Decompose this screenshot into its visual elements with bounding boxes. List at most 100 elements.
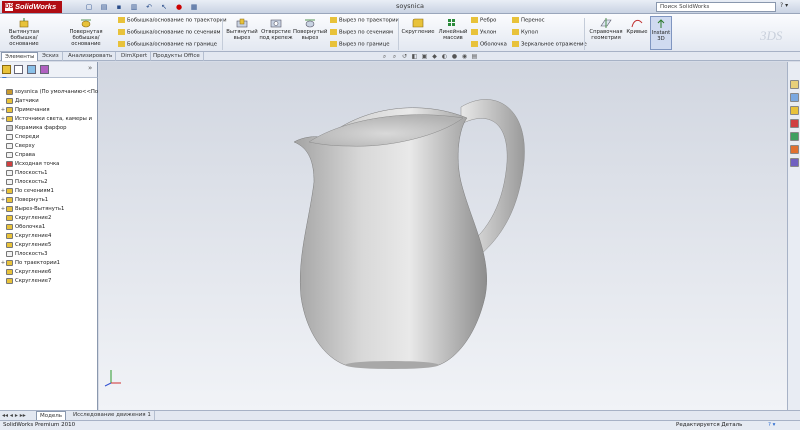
- print-icon[interactable]: ▥: [127, 2, 141, 12]
- resources-icon[interactable]: [790, 80, 799, 89]
- feature-tree-item[interactable]: Сверху: [0, 142, 98, 151]
- feature-tree: soysnica (По умолчанию<<По Датчики + Примеч…: [0, 78, 98, 410]
- tab-model[interactable]: Модель: [36, 411, 67, 420]
- tab-office-products[interactable]: Продукты Office: [150, 52, 204, 61]
- tab-evaluate[interactable]: Анализировать: [65, 52, 117, 61]
- feature-tree-item[interactable]: Керамика фарфор: [0, 124, 98, 133]
- revolve-cut-icon: [305, 19, 315, 28]
- zoom-area-icon[interactable]: ⌕: [390, 53, 399, 61]
- feature-tree-item[interactable]: Спереди: [0, 133, 98, 142]
- undo-icon[interactable]: ↶: [142, 2, 156, 12]
- solidworks-logo[interactable]: DS SolidWorks: [2, 1, 62, 13]
- appearances-icon[interactable]: [790, 145, 799, 154]
- feature-label: Скругление7: [15, 278, 52, 284]
- feature-tree-item[interactable]: + Источники света, камеры и: [0, 115, 98, 124]
- dimxpert-manager-tab-icon[interactable]: [40, 65, 49, 74]
- rebuild-icon[interactable]: ●: [172, 2, 186, 12]
- previous-view-icon[interactable]: ↺: [400, 53, 409, 61]
- wrap-button[interactable]: Перенос: [512, 17, 544, 24]
- custom-properties-icon[interactable]: [790, 158, 799, 167]
- feature-manager-tab-icon[interactable]: [2, 65, 11, 74]
- scene-icon[interactable]: ◉: [460, 53, 469, 61]
- sweep-cut-button[interactable]: Вырез по траектории: [330, 17, 399, 24]
- curves-button[interactable]: Кривые: [626, 18, 648, 35]
- shell-button[interactable]: Оболочка: [471, 41, 507, 48]
- property-manager-tab-icon[interactable]: [14, 65, 23, 74]
- feature-tree-item[interactable]: Скругление5: [0, 241, 98, 250]
- loft-cut-button[interactable]: Вырез по сечениям: [330, 29, 393, 36]
- revolve-cut-button[interactable]: Повернутый вырез: [293, 18, 327, 41]
- feature-icon: [6, 187, 13, 194]
- edit-appearance-icon[interactable]: ●: [450, 53, 459, 61]
- feature-icon: [6, 169, 13, 176]
- feature-icon: [6, 115, 13, 122]
- extrude-boss-button[interactable]: Вытянутая бобышка/основание: [2, 18, 46, 47]
- feature-tree-item[interactable]: + Повернуть1: [0, 196, 98, 205]
- expand-panel-icon[interactable]: »: [88, 64, 92, 72]
- feature-icon: [6, 268, 13, 275]
- feature-label: Сверху: [15, 143, 35, 149]
- feature-tree-item[interactable]: Плоскость1: [0, 169, 98, 178]
- loft-boss-button[interactable]: Бобышка/основание по сечениям: [118, 29, 221, 36]
- mirror-button[interactable]: Зеркальное отражение: [512, 41, 587, 48]
- feature-tree-item[interactable]: Скругление2: [0, 214, 98, 223]
- select-icon[interactable]: ↖: [157, 2, 171, 12]
- hole-wizard-button[interactable]: Отверстие под крепеж: [258, 18, 294, 41]
- bottom-tabs: ◂◂ ◂ ▸ ▸▸ Модель Исследование движения 1: [0, 410, 800, 420]
- linear-pattern-button[interactable]: Линейный массив: [436, 18, 470, 41]
- tab-features[interactable]: Элементы: [1, 52, 39, 61]
- revolve-boss-button[interactable]: Повернутая бобышка/основание: [60, 18, 112, 47]
- feature-icon: [6, 214, 13, 221]
- options-icon[interactable]: ▦: [187, 2, 201, 12]
- view-settings-icon[interactable]: ▤: [470, 53, 479, 61]
- feature-tree-item[interactable]: + По сечениям1: [0, 187, 98, 196]
- feature-tree-item[interactable]: + Вырез-Вытянуть1: [0, 205, 98, 214]
- feature-tree-item[interactable]: Датчики: [0, 97, 98, 106]
- feature-tree-item[interactable]: soysnica (По умолчанию<<По: [0, 88, 98, 97]
- tab-dimxpert[interactable]: DimXpert: [118, 52, 152, 61]
- help-icon[interactable]: ? ▾: [768, 421, 775, 430]
- boundary-cut-button[interactable]: Вырез по границе: [330, 41, 390, 48]
- new-document-icon[interactable]: ▢: [82, 2, 96, 12]
- instant3d-button[interactable]: Instant 3D: [650, 16, 672, 50]
- configuration-manager-tab-icon[interactable]: [27, 65, 36, 74]
- feature-tree-item[interactable]: Скругление4: [0, 232, 98, 241]
- draft-button[interactable]: Уклон: [471, 29, 497, 36]
- file-explorer-icon[interactable]: [790, 106, 799, 115]
- extrude-cut-button[interactable]: Вытянутый вырез: [225, 18, 259, 41]
- fillet-button[interactable]: Скругление: [400, 18, 436, 35]
- zoom-to-fit-icon[interactable]: ⌕: [380, 53, 389, 61]
- feature-tree-item[interactable]: Исходная точка: [0, 160, 98, 169]
- pitcher-model: [293, 99, 525, 369]
- view-orientation-icon[interactable]: ▣: [420, 53, 429, 61]
- boundary-boss-button[interactable]: Бобышка/основание на границе: [118, 41, 217, 48]
- sweep-boss-button[interactable]: Бобышка/основание по траектории: [118, 17, 227, 24]
- open-icon[interactable]: ▤: [97, 2, 111, 12]
- feature-tree-item[interactable]: Справа: [0, 151, 98, 160]
- dome-button[interactable]: Купол: [512, 29, 538, 36]
- feature-tree-item[interactable]: + По траектории1: [0, 259, 98, 268]
- tab-sketch[interactable]: Эскиз: [39, 52, 63, 61]
- tab-motion-study[interactable]: Исследование движения 1: [70, 411, 155, 420]
- rib-button[interactable]: Ребро: [471, 17, 496, 24]
- section-view-icon[interactable]: ◧: [410, 53, 419, 61]
- design-library-icon[interactable]: [790, 93, 799, 102]
- graphics-area[interactable]: [99, 62, 787, 410]
- status-bar: SolidWorks Premium 2010 Редактируется Де…: [0, 420, 800, 430]
- display-style-icon[interactable]: ◆: [430, 53, 439, 61]
- save-icon[interactable]: ▪: [112, 2, 126, 12]
- feature-tree-item[interactable]: Плоскость2: [0, 178, 98, 187]
- reference-geometry-button[interactable]: Справочная геометрия: [586, 18, 626, 41]
- help-icon[interactable]: ? ▾: [780, 2, 798, 12]
- feature-label: Повернуть1: [15, 197, 49, 203]
- feature-tree-item[interactable]: Скругление7: [0, 277, 98, 286]
- feature-tree-item[interactable]: Скругление6: [0, 268, 98, 277]
- search-input[interactable]: Поиск SolidWorks: [656, 2, 776, 12]
- feature-tree-item[interactable]: Оболочка1: [0, 223, 98, 232]
- scroll-arrows-icon[interactable]: ◂◂ ◂ ▸ ▸▸: [2, 412, 26, 419]
- view-palette-icon[interactable]: [790, 132, 799, 141]
- hide-show-icon[interactable]: ◐: [440, 53, 449, 61]
- search-results-icon[interactable]: [790, 119, 799, 128]
- feature-tree-item[interactable]: Плоскость3: [0, 250, 98, 259]
- feature-tree-item[interactable]: + Примечания: [0, 106, 98, 115]
